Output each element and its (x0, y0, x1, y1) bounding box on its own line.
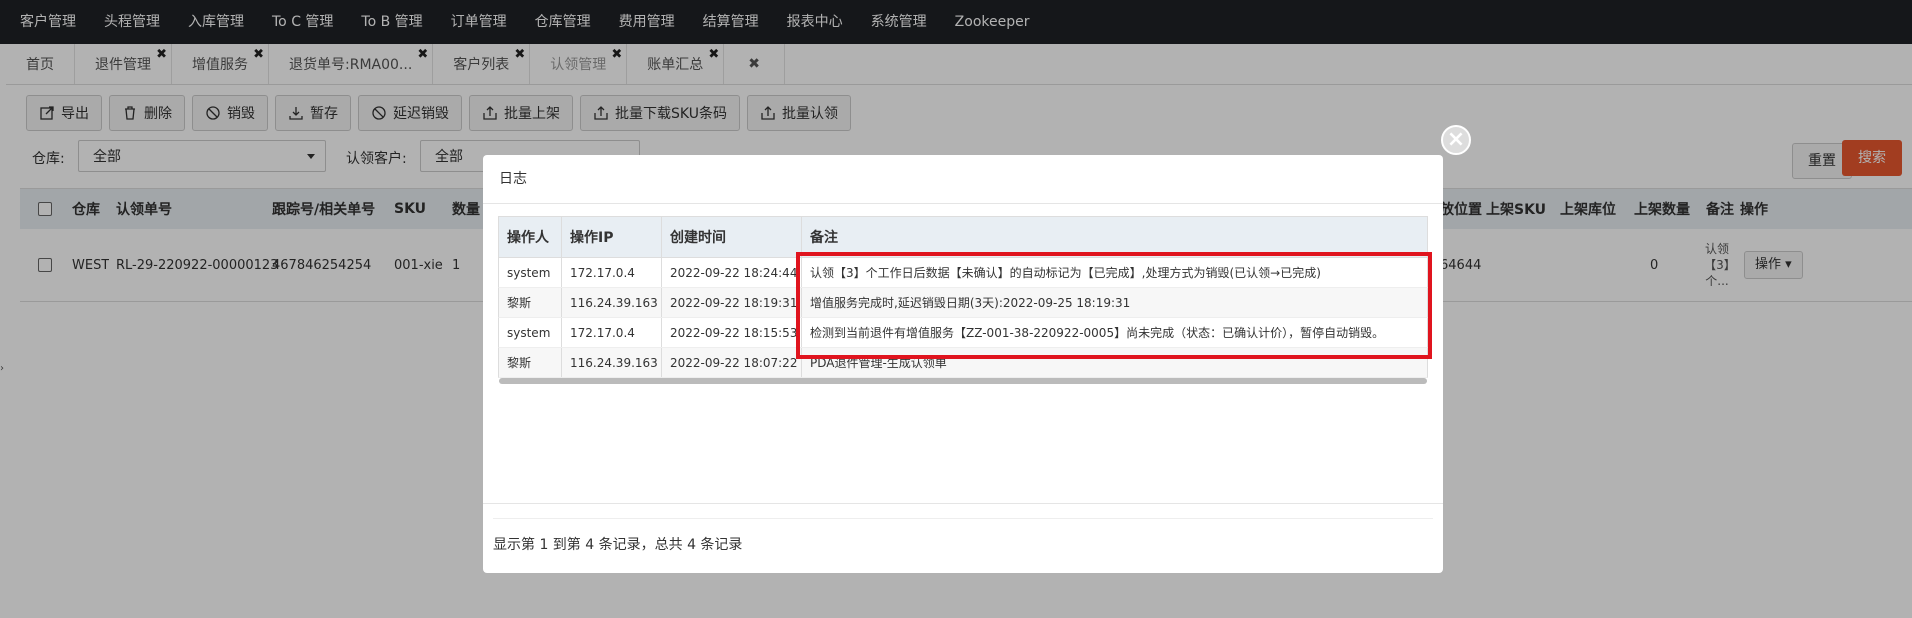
col-operator: 操作人 (507, 230, 549, 246)
cell-operator: system (507, 265, 551, 280)
cell-ip: 116.24.39.163 (561, 288, 661, 317)
dialog-footer: 显示第 1 到第 4 条记录，总共 4 条记录 (483, 503, 1443, 573)
horizontal-scrollbar[interactable] (499, 378, 1427, 384)
dialog-title: 日志 (483, 155, 1443, 204)
col-note: 备注 (801, 217, 1427, 257)
cell-operator: 黎斯 (507, 296, 532, 310)
cell-time: 2022-09-22 18:15:53 (661, 318, 801, 347)
close-dialog-button[interactable]: × (1441, 125, 1471, 155)
cell-time: 2022-09-22 18:19:31 (661, 288, 801, 317)
cell-ip: 116.24.39.163 (561, 348, 661, 377)
col-created-time: 创建时间 (661, 217, 801, 257)
cell-time: 2022-09-22 18:24:44 (661, 258, 801, 287)
divider (493, 518, 1433, 519)
cell-time: 2022-09-22 18:07:22 (661, 348, 801, 377)
pagination-info: 显示第 1 到第 4 条记录，总共 4 条记录 (493, 537, 743, 553)
col-ip: 操作IP (561, 217, 661, 257)
cell-ip: 172.17.0.4 (561, 258, 661, 287)
log-dialog: 日志 操作人 操作IP 创建时间 备注 system 172.17.0.4 20… (483, 155, 1443, 573)
cell-operator: 黎斯 (507, 356, 532, 370)
cell-operator: system (507, 325, 551, 340)
annotation-highlight-box (796, 252, 1432, 359)
cell-ip: 172.17.0.4 (561, 318, 661, 347)
close-icon: × (1446, 127, 1466, 152)
